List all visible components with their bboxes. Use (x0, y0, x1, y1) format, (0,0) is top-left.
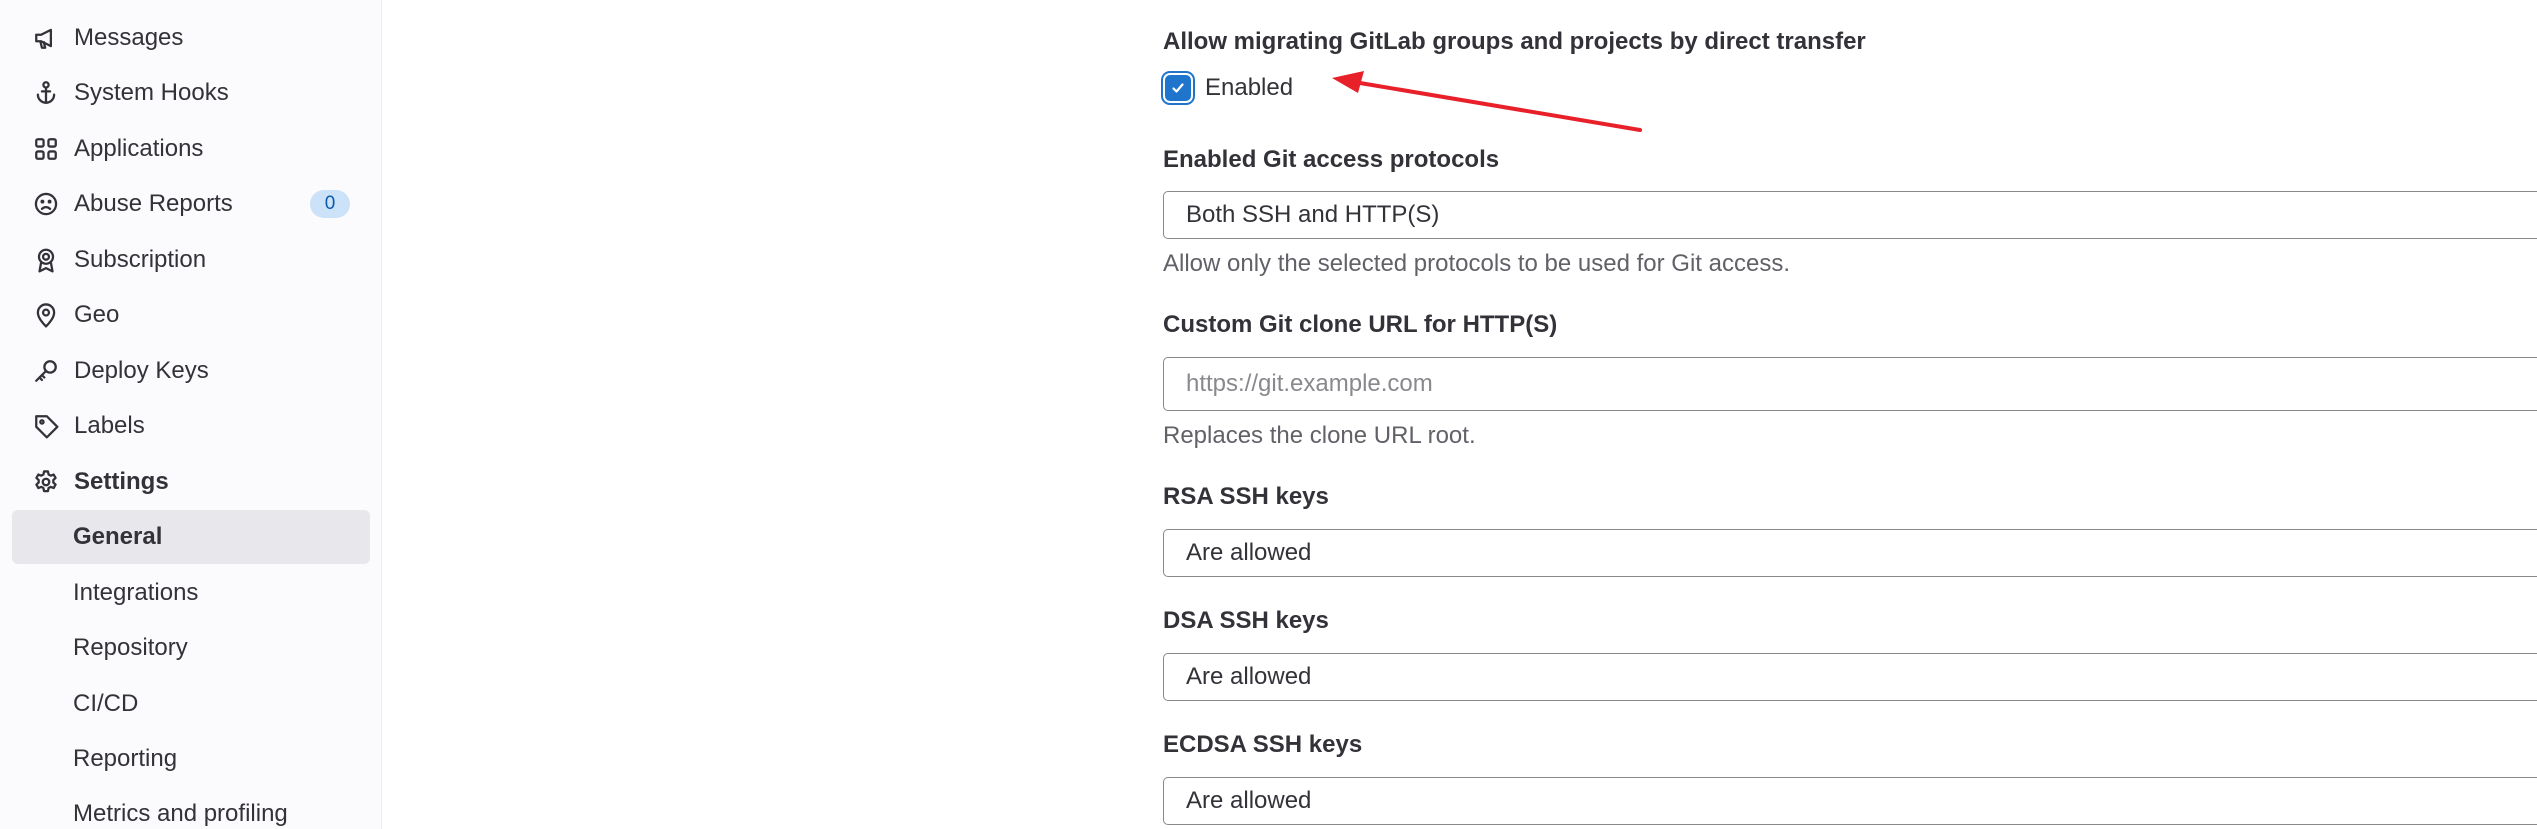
checkmark-icon (1172, 83, 1184, 93)
dsa-keys-select[interactable]: Are allowed (1163, 653, 2537, 701)
sidebar-subitem-label: Repository (73, 634, 188, 661)
git-protocols-help: Allow only the selected protocols to be … (1163, 250, 1790, 277)
sidebar-item-abuse-reports[interactable]: Abuse Reports 0 (12, 178, 370, 230)
gear-icon (32, 468, 60, 496)
sidebar-item-label: Abuse Reports (74, 190, 233, 217)
megaphone-icon (32, 24, 60, 52)
location-pin-icon (32, 301, 60, 329)
annotation-arrow-icon (1332, 71, 1642, 132)
clone-url-input[interactable]: https://git.example.com (1163, 357, 2537, 411)
sidebar-subitem-label: Reporting (73, 745, 178, 772)
sidebar-item-label: Applications (74, 135, 204, 162)
sidebar-subitem-general[interactable]: General (12, 510, 370, 564)
rsa-keys-select[interactable]: Are allowed (1163, 529, 2537, 577)
ribbon-icon (32, 246, 60, 274)
sidebar-item-label: System Hooks (74, 79, 229, 106)
sidebar-subitem-reporting[interactable]: Reporting (12, 732, 370, 786)
rsa-keys-label: RSA SSH keys (1163, 483, 1329, 510)
sidebar-item-label: Labels (74, 412, 145, 439)
clone-url-placeholder: https://git.example.com (1186, 370, 1433, 397)
sidebar-item-settings[interactable]: Settings (12, 456, 370, 508)
tag-icon (32, 412, 60, 440)
admin-settings-page: Messages System Hooks Applications Abuse… (0, 0, 2537, 829)
sidebar-subitem-label: General (73, 523, 163, 550)
sidebar-subitem-label: Metrics and profiling (73, 800, 288, 827)
dsa-keys-selected-value: Are allowed (1186, 663, 1312, 690)
sidebar-subitem-ci-cd[interactable]: CI/CD (12, 677, 370, 731)
direct-transfer-checkbox[interactable] (1165, 75, 1191, 101)
sidebar-item-messages[interactable]: Messages (12, 12, 370, 64)
grid-icon (32, 135, 60, 163)
anchor-icon (32, 79, 60, 107)
git-protocols-selected-value: Both SSH and HTTP(S) (1186, 201, 1440, 228)
dsa-keys-label: DSA SSH keys (1163, 607, 1329, 634)
sidebar-item-applications[interactable]: Applications (12, 123, 370, 175)
sidebar-item-label: Geo (74, 301, 120, 328)
sidebar-item-geo[interactable]: Geo (12, 289, 370, 341)
sidebar-item-label: Messages (74, 24, 184, 51)
direct-transfer-checkbox-label: Enabled (1205, 74, 1294, 101)
sidebar-subitem-label: CI/CD (73, 690, 139, 717)
sidebar-subitem-repository[interactable]: Repository (12, 621, 370, 675)
sidebar-subitem-label: Integrations (73, 579, 199, 606)
ecdsa-keys-selected-value: Are allowed (1186, 787, 1312, 814)
rsa-keys-selected-value: Are allowed (1186, 539, 1312, 566)
git-protocols-select[interactable]: Both SSH and HTTP(S) (1163, 191, 2537, 239)
git-protocols-label: Enabled Git access protocols (1163, 146, 1500, 173)
ecdsa-keys-label: ECDSA SSH keys (1163, 731, 1363, 758)
sidebar-item-label: Subscription (74, 246, 207, 273)
ecdsa-keys-select[interactable]: Are allowed (1163, 777, 2537, 825)
key-icon (32, 357, 60, 385)
abuse-reports-count-badge: 0 (310, 190, 350, 218)
sidebar-item-deploy-keys[interactable]: Deploy Keys (12, 345, 370, 397)
frown-face-icon (32, 190, 60, 218)
sidebar-item-label: Deploy Keys (74, 357, 209, 384)
direct-transfer-checkbox-row[interactable]: Enabled (1163, 72, 1293, 104)
sidebar-subitem-integrations[interactable]: Integrations (12, 566, 370, 620)
sidebar-item-system-hooks[interactable]: System Hooks (12, 67, 370, 119)
clone-url-label: Custom Git clone URL for HTTP(S) (1163, 311, 1558, 338)
sidebar-item-subscription[interactable]: Subscription (12, 234, 370, 286)
clone-url-help: Replaces the clone URL root. (1163, 422, 1476, 449)
sidebar-item-labels[interactable]: Labels (12, 400, 370, 452)
admin-sidebar: Messages System Hooks Applications Abuse… (0, 0, 382, 829)
sidebar-subitem-metrics-and-profiling[interactable]: Metrics and profiling (12, 787, 370, 829)
direct-transfer-label: Allow migrating GitLab groups and projec… (1163, 28, 1866, 55)
sidebar-item-label: Settings (74, 468, 169, 495)
